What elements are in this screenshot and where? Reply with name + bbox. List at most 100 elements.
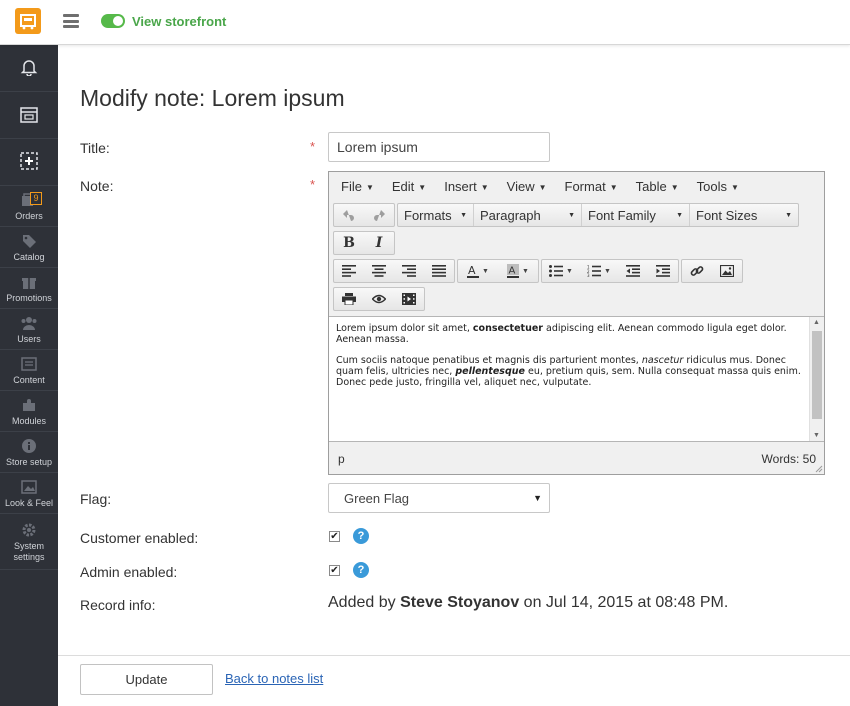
content-icon [21,355,37,373]
sidebar-item-orders[interactable]: 9 Orders [0,186,58,227]
outdent-icon[interactable] [618,260,648,282]
sidebar-item-promotions[interactable]: Promotions [0,268,58,309]
editor-menubar: File ▼ Edit ▼ Insert ▼ View ▼ Format ▼ Table ▼… [329,172,824,201]
editor-statusbar: p Words: 50 [329,444,824,474]
align-justify-icon[interactable] [424,260,454,282]
store-icon [19,105,39,123]
sidebar-item-content[interactable]: Content [0,350,58,391]
font-sizes-dropdown[interactable]: Font Sizes ▼ [690,204,798,226]
sidebar-item-system-settings[interactable]: System settings [0,514,58,570]
storefront-switch[interactable] [101,14,125,28]
media-icon[interactable] [394,288,424,310]
form-footer: Update Back to notes list [58,655,850,706]
flag-select[interactable]: Green Flag ▼ [328,483,550,513]
menu-tools[interactable]: Tools ▼ [689,179,747,194]
required-mark: * [310,139,316,154]
sidebar-item-add[interactable] [0,139,58,186]
misc-group [333,287,425,311]
menu-table[interactable]: Table ▼ [628,179,687,194]
sidebar-item-storefront[interactable] [0,92,58,139]
view-storefront-toggle[interactable]: View storefront [101,12,226,30]
resize-handle-icon[interactable] [815,465,823,473]
record-info-value: Added by Steve Stoyanov on Jul 14, 2015 … [328,594,729,611]
insert-image-icon[interactable] [712,260,742,282]
back-to-notes-link[interactable]: Back to notes list [225,671,323,686]
bold-icon[interactable]: B [334,232,364,254]
menu-file[interactable]: File ▼ [333,179,382,194]
orders-badge: 9 [30,192,42,205]
font-family-dropdown[interactable]: Font Family ▼ [582,204,690,226]
menu-insert[interactable]: Insert ▼ [436,179,496,194]
indent-icon[interactable] [648,260,678,282]
format-dropdown-group: Formats ▼ Paragraph ▼ Font Family ▼ Font Si… [397,203,799,227]
menu-edit[interactable]: Edit ▼ [384,179,434,194]
sidebar-item-modules[interactable]: Modules [0,391,58,432]
flag-label: Flag: [80,491,112,507]
bold-italic-group: B I [333,231,395,255]
title-input[interactable] [328,132,550,162]
admin-enabled-checkbox[interactable]: ✔ [329,565,340,576]
editor-toolbar-row: B I [329,229,824,257]
align-center-icon[interactable] [364,260,394,282]
scroll-thumb[interactable] [812,331,822,419]
record-user: Steve Stoyanov [400,594,520,611]
link-icon[interactable] [682,260,712,282]
gear-icon [21,521,37,539]
sidebar-item-label: Store setup [5,456,53,467]
bullet-list-icon[interactable]: ▼ [542,260,580,282]
sidebar-item-notifications[interactable] [0,45,58,92]
background-color-icon[interactable]: A ▼ [498,260,538,282]
rich-text-editor: File ▼ Edit ▼ Insert ▼ View ▼ Format ▼ Table ▼… [328,171,825,475]
flag-selected-value: Green Flag [344,490,410,506]
admin-enabled-help-icon[interactable]: ? [353,562,369,578]
image-icon [21,478,37,496]
align-left-icon[interactable] [334,260,364,282]
element-path[interactable]: p [338,452,345,466]
editor-content-area[interactable]: Lorem ipsum dolor sit amet, consectetuer… [329,316,824,442]
view-storefront-label[interactable]: View storefront [132,14,226,29]
text-color-icon[interactable]: A ▼ [458,260,498,282]
editor-scrollbar[interactable]: ▲ ▼ [809,317,824,441]
align-right-icon[interactable] [394,260,424,282]
sidebar-item-label: Content [13,374,45,385]
sidebar-item-label: Catalog [13,251,45,262]
numbered-list-icon[interactable]: 1 2 3 ▼ [580,260,618,282]
color-group: A ▼ A ▼ [457,259,539,283]
undo-redo-group [333,203,395,227]
puzzle-icon [21,396,37,414]
redo-icon[interactable] [364,204,394,226]
main-content: Modify note: Lorem ipsum Title: * Note: … [58,45,850,706]
sidebar-item-look-and-feel[interactable]: Look & Feel [0,473,58,514]
scroll-up-icon[interactable]: ▲ [813,319,820,326]
content-paragraph: Cum sociis natoque penatibus et magnis d… [336,355,801,388]
info-icon [21,437,37,455]
title-label: Title: [80,140,110,156]
print-icon[interactable] [334,288,364,310]
sidebar: 9 Orders Catalog Promotions Users Conten… [0,45,58,706]
logo[interactable] [15,8,41,34]
preview-icon[interactable] [364,288,394,310]
customer-enabled-label: Customer enabled: [80,530,199,546]
menu-toggle-icon[interactable] [63,14,79,28]
menu-view[interactable]: View ▼ [499,179,555,194]
customer-enabled-checkbox[interactable]: ✔ [329,531,340,542]
record-info-label: Record info: [80,597,156,613]
word-count: Words: 50 [761,452,816,466]
paragraph-dropdown[interactable]: Paragraph ▼ [474,204,582,226]
update-button[interactable]: Update [80,664,213,695]
content-paragraph: Lorem ipsum dolor sit amet, consectetuer… [336,323,787,345]
undo-icon[interactable] [334,204,364,226]
sidebar-item-label: Modules [11,415,47,426]
svg-text:3: 3 [587,273,590,277]
formats-dropdown[interactable]: Formats ▼ [398,204,474,226]
svg-text:A: A [509,266,516,277]
customer-enabled-help-icon[interactable]: ? [353,528,369,544]
italic-icon[interactable]: I [364,232,394,254]
sidebar-item-label: System settings [13,540,45,562]
sidebar-item-users[interactable]: Users [0,309,58,350]
scroll-down-icon[interactable]: ▼ [813,432,820,439]
sidebar-item-catalog[interactable]: Catalog [0,227,58,268]
menu-format[interactable]: Format ▼ [557,179,626,194]
users-icon [20,314,38,332]
sidebar-item-store-setup[interactable]: Store setup [0,432,58,473]
